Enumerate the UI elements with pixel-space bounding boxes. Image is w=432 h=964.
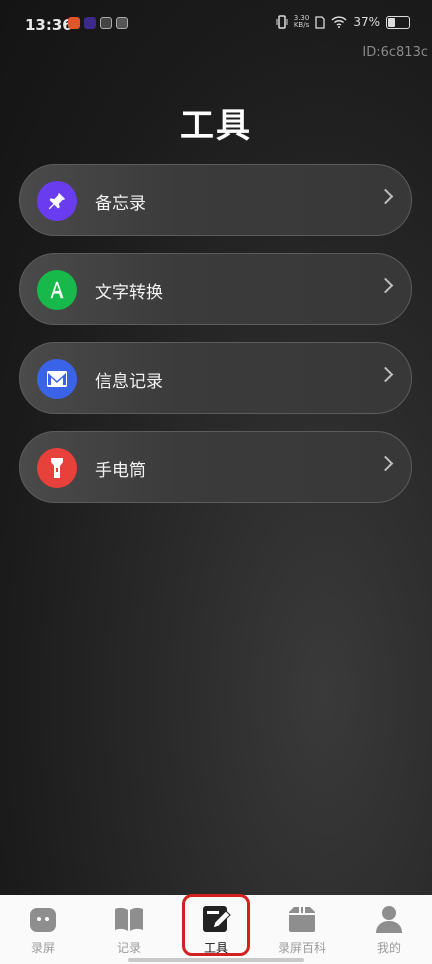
tool-list: 备忘录 文字转换 信息记录 手电筒 <box>19 164 412 520</box>
book-icon <box>115 907 143 931</box>
status-right: 3.30 KB/s 37% <box>276 15 410 29</box>
tool-item-flashlight[interactable]: 手电筒 <box>19 431 412 503</box>
pin-icon <box>37 181 77 221</box>
box-icon <box>289 907 315 932</box>
speed-unit: KB/s <box>293 21 310 29</box>
page-title: 工具 <box>180 106 252 146</box>
tool-label-flashlight: 手电筒 <box>95 461 146 481</box>
tab-label-screen-record: 录屏 <box>30 941 55 955</box>
notification-icons <box>68 17 128 29</box>
tool-label-info-record: 信息记录 <box>95 372 163 392</box>
user-icon <box>376 906 402 933</box>
active-tab-highlight <box>182 894 250 956</box>
mail-icon <box>37 359 77 399</box>
chevron-right-icon <box>377 455 394 472</box>
link-notification-icon <box>100 17 112 29</box>
tab-screen-record[interactable]: 录屏 <box>0 895 86 964</box>
chevron-right-icon <box>377 277 394 294</box>
tab-encyclopedia[interactable]: 录屏百科 <box>259 895 345 964</box>
wifi-icon <box>331 16 347 28</box>
network-speed: 3.30 KB/s <box>294 15 310 29</box>
tab-label-encyclopedia: 录屏百科 <box>277 941 326 955</box>
status-bar: 13:36 3.30 KB/s 37% <box>0 0 432 50</box>
vibrate-icon <box>276 15 288 29</box>
play-notification-icon <box>84 17 96 29</box>
battery-percent: 37% <box>353 15 380 29</box>
flashlight-icon <box>37 448 77 488</box>
tab-record[interactable]: 记录 <box>86 895 172 964</box>
tab-label-record: 记录 <box>116 941 141 955</box>
tab-label-mine: 我的 <box>376 941 401 955</box>
tool-item-text-convert[interactable]: 文字转换 <box>19 253 412 325</box>
device-id: ID:6c813c <box>362 45 428 60</box>
tool-item-memo[interactable]: 备忘录 <box>19 164 412 236</box>
tab-mine[interactable]: 我的 <box>346 895 432 964</box>
chevron-right-icon <box>377 188 394 205</box>
status-time: 13:36 <box>25 16 73 34</box>
home-indicator[interactable] <box>128 958 304 962</box>
tool-label-text-convert: 文字转换 <box>95 283 163 303</box>
screen-record-icon <box>30 908 56 932</box>
battery-icon <box>386 15 410 29</box>
tool-label-memo: 备忘录 <box>95 194 146 214</box>
tool-item-info-record[interactable]: 信息记录 <box>19 342 412 414</box>
chat-notification-icon <box>116 17 128 29</box>
app-notification-icon <box>68 17 80 29</box>
sim-icon <box>315 15 325 29</box>
letter-a-icon <box>37 270 77 310</box>
chevron-right-icon <box>377 366 394 383</box>
